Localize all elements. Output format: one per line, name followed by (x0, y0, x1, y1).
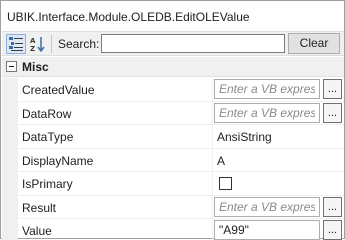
property-name: CreatedValue (22, 83, 95, 97)
column-divider[interactable] (212, 125, 213, 148)
categorized-grid-icon (9, 37, 23, 51)
column-divider[interactable] (212, 172, 213, 195)
row-gutter (2, 78, 18, 101)
property-name: DataRow (22, 106, 72, 121)
search-input[interactable] (101, 34, 285, 53)
property-row-value[interactable]: Value ... (2, 219, 344, 240)
category-row-misc[interactable]: Misc (2, 57, 344, 77)
title-bar: UBIK.Interface.Module.OLEDB.EditOLEValue (2, 2, 344, 31)
value-expression-input[interactable] (214, 220, 320, 240)
datarow-ellipsis-button[interactable]: ... (323, 102, 342, 123)
svg-text:A: A (30, 37, 36, 45)
column-divider[interactable] (212, 101, 213, 124)
property-grid-toolbar: A Z Search: Clear (2, 31, 344, 56)
datatype-value[interactable]: AnsiString (217, 130, 272, 144)
column-divider[interactable] (212, 78, 213, 101)
collapse-icon[interactable] (6, 61, 17, 72)
row-gutter (2, 172, 18, 195)
clear-button[interactable]: Clear (288, 33, 340, 54)
row-gutter (2, 219, 18, 240)
column-divider[interactable] (212, 195, 213, 218)
property-name: DataType (22, 130, 74, 144)
sort-az-icon: A Z (30, 37, 45, 53)
createdvalue-ellipsis-button[interactable]: ... (323, 79, 342, 99)
property-row-datarow[interactable]: DataRow ... (2, 101, 344, 125)
property-row-isprimary[interactable]: IsPrimary (2, 172, 344, 196)
toolbar-separator (51, 35, 52, 53)
property-row-result[interactable]: Result ... (2, 195, 344, 219)
property-name: Result (22, 200, 57, 215)
result-expression-input[interactable] (214, 196, 320, 217)
category-label: Misc (22, 60, 49, 74)
property-row-displayname[interactable]: DisplayName A (2, 148, 344, 172)
row-gutter (2, 195, 18, 218)
result-ellipsis-button[interactable]: ... (323, 196, 342, 217)
displayname-value[interactable]: A (217, 154, 225, 168)
property-grid-window: UBIK.Interface.Module.OLEDB.EditOLEValue… (0, 0, 345, 240)
property-list: CreatedValue ... DataRow ... DataType An… (2, 78, 344, 240)
search-label: Search: (58, 37, 100, 51)
property-row-createdvalue[interactable]: CreatedValue ... (2, 78, 344, 102)
property-row-datatype[interactable]: DataType AnsiString (2, 125, 344, 149)
column-divider[interactable] (212, 219, 213, 240)
property-name: Value (22, 224, 52, 238)
row-gutter (2, 125, 18, 148)
datarow-expression-input[interactable] (214, 102, 320, 123)
row-gutter (2, 148, 18, 171)
categorized-view-button[interactable] (6, 34, 26, 54)
isprimary-checkbox[interactable] (219, 177, 232, 190)
alphabetical-view-button[interactable]: A Z (28, 34, 48, 54)
property-name: DisplayName (22, 153, 94, 168)
window-title: UBIK.Interface.Module.OLEDB.EditOLEValue (7, 10, 250, 24)
property-name: IsPrimary (22, 177, 73, 191)
svg-text:Z: Z (30, 45, 35, 53)
createdvalue-expression-input[interactable] (214, 79, 320, 99)
column-divider[interactable] (212, 148, 213, 171)
row-gutter (2, 101, 18, 124)
value-ellipsis-button[interactable]: ... (323, 220, 342, 240)
